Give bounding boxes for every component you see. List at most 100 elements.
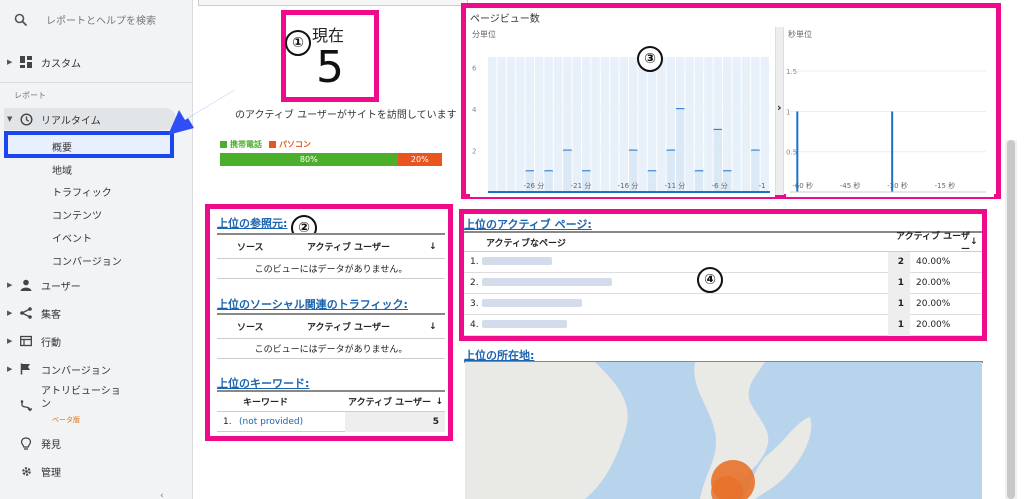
col-active-users[interactable]: アクティブ ユーザー [343, 395, 431, 408]
sidebar-item-discover[interactable]: ▶ 発見 [0, 432, 192, 454]
top-referrers-title: 上位の参照元: [217, 217, 288, 230]
sidebar: レポートとヘルプを検索 ▶ カスタム レポート ▼ リアルタイム 概要 地域 ト… [0, 0, 193, 499]
sidebar-item-traffic[interactable]: トラフィック [52, 184, 112, 199]
sidebar-item-content[interactable]: コンテンツ [52, 207, 102, 222]
beta-badge: ベータ版 [52, 416, 80, 424]
page-path[interactable] [482, 298, 888, 310]
col-active-users[interactable]: アクティブ ユーザー [265, 240, 429, 253]
minute-chart: 分単位 6 4 2 -26 分 -21 分 -16 分 -11 分 -6 分 -1 [470, 27, 775, 197]
locations-map[interactable] [465, 362, 982, 499]
row-users: 1 [888, 272, 910, 294]
row-number: 3. [470, 299, 479, 309]
row-users: 1 [888, 314, 910, 336]
row-number: 1. [223, 416, 232, 427]
badge-4: ④ [697, 267, 723, 293]
y-tick-label: 2 [472, 148, 476, 156]
sidebar-item-events[interactable]: イベント [52, 230, 92, 245]
x-tick-label: -15 秒 [935, 181, 956, 190]
minute-chart-svg: 6 4 2 -26 分 -21 分 -16 分 -11 分 -6 分 -1 [472, 57, 770, 193]
col-source[interactable]: ソース [237, 240, 265, 253]
sidebar-item-label: アトリビューショ [41, 386, 121, 397]
sidebar-item-acquisition[interactable]: ▶ 集客 [0, 302, 192, 324]
page-path[interactable] [482, 256, 888, 268]
table-header: キーワード アクティブ ユーザー ↓ [217, 392, 445, 412]
bar-bg [760, 57, 769, 192]
active-pages-table: アクティブなページ アクティブ ユーザー ↓ 1. 2 40.00% 2. 1 20.0… [464, 231, 982, 336]
col-active-users[interactable]: アクティブ ユーザー [265, 320, 429, 333]
y-tick-label: 1 [786, 108, 790, 116]
sidebar-item-rt-conversions[interactable]: コンバージョン [52, 253, 122, 268]
keywords-table: キーワード アクティブ ユーザー ↓ 1. (not provided) 5 [217, 390, 445, 432]
search-placeholder: レポートとヘルプを検索 [46, 16, 156, 27]
x-tick-label: -16 分 [618, 181, 639, 190]
badge-3: ③ [637, 46, 663, 72]
bar-bg [619, 57, 628, 192]
col-active-page[interactable]: アクティブなページ [486, 236, 890, 249]
sidebar-item-users[interactable]: ▶ ユーザー [0, 274, 192, 296]
row-percent: 40.00% [916, 257, 951, 267]
redacted-text [482, 298, 582, 307]
scrollbar[interactable] [1005, 140, 1017, 499]
sidebar-item-label: 行動 [41, 337, 61, 349]
clock-icon [19, 112, 33, 126]
second-chart-svg: 1.5 1 0.5 -60 秒 -45 秒 -30 秒 -15 秒 [786, 68, 986, 193]
bar-bg [572, 57, 581, 192]
caret-right-icon: ▶ [7, 58, 13, 66]
scrollbar-thumb[interactable] [1007, 140, 1015, 499]
sidebar-item-realtime[interactable]: ▼ リアルタイム [0, 108, 192, 130]
row-number: 4. [470, 320, 479, 330]
page-path[interactable] [482, 319, 888, 331]
sidebar-item-location[interactable]: 地域 [52, 162, 72, 177]
bar [796, 111, 799, 192]
top-social-title: 上位のソーシャル関連のトラフィック: [217, 298, 408, 311]
sidebar-item-label: ユーザー [41, 281, 81, 293]
y-tick-label: 6 [472, 65, 477, 73]
redacted-text [482, 277, 612, 286]
keyword-link[interactable]: (not provided) [239, 417, 345, 427]
referrers-table: ソース アクティブ ユーザー ↓ このビューにはデータがありません。 [217, 233, 445, 279]
row-users: 2 [888, 251, 910, 273]
y-tick-label: 1.5 [786, 68, 797, 76]
table-row: 3. 1 20.00% [464, 293, 982, 315]
row-users: 1 [888, 293, 910, 315]
bar-bg [685, 57, 694, 192]
sidebar-item-behavior[interactable]: ▶ 行動 [0, 330, 192, 352]
y-tick-label: 0.5 [786, 149, 797, 157]
bar [891, 111, 894, 192]
main-content: 現在 5 ① のアクティブ ユーザーがサイトを訪問しています 携帯電話 パソコン… [193, 0, 1024, 499]
redacted-text [482, 319, 567, 328]
col-source[interactable]: ソース [237, 320, 265, 333]
table-header: ソース アクティブ ユーザー ↓ [217, 315, 445, 339]
sidebar-item-overview[interactable]: 概要 [52, 139, 72, 154]
sidebar-item-admin[interactable]: ▶ 管理 [0, 460, 192, 482]
collapse-sidebar-icon[interactable]: ‹ [160, 491, 164, 499]
bar-bg [516, 57, 525, 192]
sidebar-item-label: 集客 [41, 309, 61, 321]
col-keyword[interactable]: キーワード [243, 395, 343, 408]
sort-arrow-icon[interactable]: ↓ [431, 397, 445, 407]
page-path[interactable] [482, 277, 888, 289]
x-tick-label: -1 [759, 182, 766, 190]
sidebar-item-attribution[interactable]: ▶ アトリビューション [0, 385, 192, 421]
sidebar-item-conversions[interactable]: ▶ コンバージョン [0, 358, 192, 380]
bar-bg [591, 57, 600, 192]
x-tick-label: -45 秒 [840, 181, 861, 190]
x-tick-label: -21 分 [571, 181, 592, 190]
bar-bg [535, 57, 544, 192]
sort-arrow-icon[interactable]: ↓ [970, 237, 982, 247]
sidebar-item-custom[interactable]: ▶ カスタム [0, 51, 192, 73]
sort-arrow-icon[interactable]: ↓ [429, 322, 445, 332]
x-tick-label: -26 分 [524, 181, 545, 190]
mobile-swatch [220, 141, 227, 148]
chart-splitter[interactable]: › [775, 27, 784, 195]
y-tick-label: 4 [472, 106, 477, 114]
table-row: 4. 1 20.00% [464, 314, 982, 336]
row-percent: 20.00% [916, 278, 951, 288]
device-bar: 80% 20% [220, 153, 442, 166]
expand-arrow-icon[interactable]: › [777, 101, 782, 114]
desktop-swatch [269, 141, 276, 148]
mobile-legend-label: 携帯電話 [230, 140, 262, 149]
sidebar-search[interactable]: レポートとヘルプを検索 [14, 12, 156, 27]
sort-arrow-icon[interactable]: ↓ [429, 242, 445, 252]
table-row: 2. 1 20.00% [464, 272, 982, 294]
